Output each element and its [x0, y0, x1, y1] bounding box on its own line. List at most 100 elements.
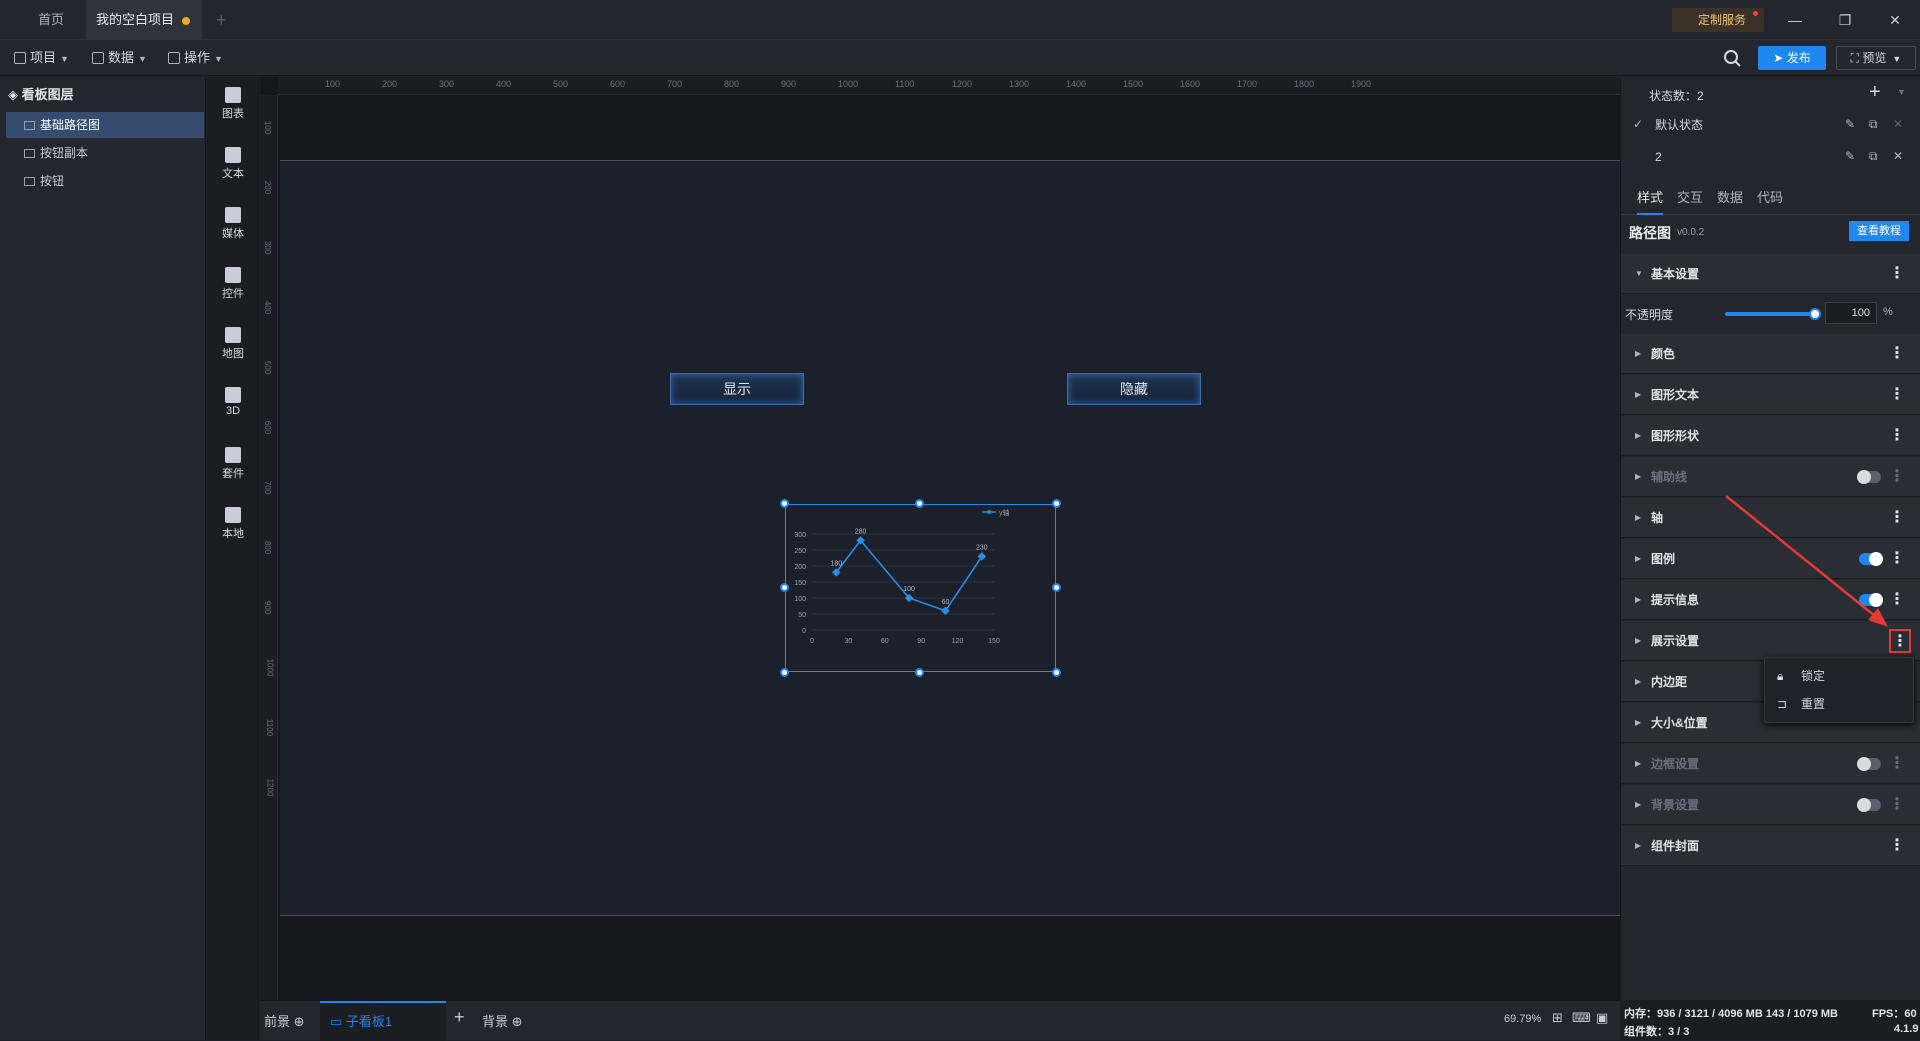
- add-state-icon[interactable]: +: [1869, 81, 1881, 104]
- resize-handle[interactable]: [915, 668, 924, 677]
- button-icon: [24, 149, 35, 158]
- tab-style[interactable]: 样式: [1637, 181, 1664, 215]
- component-bar: 图表 文本 媒体 控件 地图 3D 套件 本地: [207, 77, 259, 1040]
- edit-icon[interactable]: ✎: [1845, 150, 1857, 162]
- section-shape-label: 图形形状: [1651, 429, 1700, 443]
- preview-label: 预览: [1862, 51, 1887, 65]
- chart-category-button[interactable]: 图表: [207, 77, 259, 133]
- menu-item-lock[interactable]: 🔒︎ 锁定: [1765, 662, 1915, 690]
- layer-item[interactable]: 基础路径图: [6, 112, 204, 138]
- local-category-button[interactable]: 本地: [207, 497, 259, 553]
- state-item[interactable]: 2 ✎ ⧉ ✕: [1621, 141, 1920, 173]
- add-board-icon[interactable]: +: [454, 1007, 465, 1028]
- more-icon[interactable]: ⋮: [1889, 744, 1905, 784]
- section-color-label: 颜色: [1651, 347, 1676, 361]
- copy-icon[interactable]: ⧉: [1869, 118, 1881, 130]
- restore-icon[interactable]: ❐: [1820, 0, 1870, 40]
- tab-interaction[interactable]: 交互: [1677, 181, 1703, 215]
- foreground-tab[interactable]: 前景 ⊕: [264, 1011, 305, 1030]
- tab-home[interactable]: 首页: [18, 0, 84, 40]
- state-item[interactable]: ✓ 默认状态 ✎ ⧉ ✕: [1621, 109, 1920, 141]
- section-basic[interactable]: ▼ 基本设置 ⋮: [1621, 254, 1920, 294]
- close-icon[interactable]: ✕: [1870, 0, 1920, 40]
- edit-icon[interactable]: ✎: [1845, 118, 1857, 130]
- guide-toggle[interactable]: [1857, 470, 1881, 484]
- kit-category-button[interactable]: 套件: [207, 437, 259, 493]
- opacity-input[interactable]: 100: [1825, 302, 1877, 324]
- resize-handle[interactable]: [915, 499, 924, 508]
- add-circle-icon[interactable]: ⊕: [512, 1014, 523, 1029]
- section-display-label: 展示设置: [1651, 634, 1700, 648]
- border-toggle[interactable]: [1857, 757, 1881, 771]
- resize-handle[interactable]: [780, 583, 789, 592]
- chevron-down-icon[interactable]: ▼: [1897, 87, 1906, 97]
- sub-board-tab[interactable]: ▭ 子看板1: [320, 1001, 446, 1041]
- publish-button[interactable]: ➤ 发布: [1758, 46, 1826, 70]
- keyboard-icon[interactable]: ⌨: [1572, 1010, 1591, 1026]
- section-background[interactable]: ▶ 背景设置 ⋮: [1621, 785, 1920, 825]
- background-tab[interactable]: 背景 ⊕: [482, 1011, 523, 1030]
- tab-code[interactable]: 代码: [1757, 181, 1783, 215]
- resize-handle[interactable]: [1052, 499, 1061, 508]
- minimize-icon[interactable]: —: [1770, 0, 1820, 40]
- add-tab-icon[interactable]: +: [206, 0, 237, 40]
- section-border[interactable]: ▶ 边框设置 ⋮: [1621, 744, 1920, 784]
- 3d-category-button[interactable]: 3D: [207, 377, 259, 433]
- media-category-button[interactable]: 媒体: [207, 197, 259, 253]
- resize-handle[interactable]: [1052, 668, 1061, 677]
- document-icon: [14, 52, 26, 64]
- resize-handle[interactable]: [1052, 583, 1061, 592]
- chevron-down-icon: ▼: [138, 54, 147, 64]
- control-category-button[interactable]: 控件: [207, 257, 259, 313]
- preview-button[interactable]: ⛶ 预览 ▼: [1836, 46, 1916, 70]
- background-toggle[interactable]: [1857, 798, 1881, 812]
- ruler-tick-label: 200: [382, 79, 398, 89]
- annotation-arrow: [1725, 495, 1888, 627]
- show-button[interactable]: 显示: [670, 373, 804, 405]
- search-icon[interactable]: [1722, 48, 1742, 68]
- delete-icon[interactable]: ✕: [1893, 150, 1905, 162]
- layer-item[interactable]: 按钮: [6, 168, 204, 194]
- hide-button[interactable]: 隐藏: [1067, 373, 1201, 405]
- menu-item-reset[interactable]: ⊐ 重置: [1765, 690, 1915, 718]
- resize-handle[interactable]: [780, 668, 789, 677]
- more-icon[interactable]: ⋮: [1889, 826, 1905, 866]
- fit-screen-icon[interactable]: ⊞: [1552, 1010, 1563, 1026]
- terminal-icon[interactable]: ▣: [1596, 1010, 1608, 1026]
- menu-data[interactable]: 数据 ▼: [92, 40, 147, 76]
- add-circle-icon[interactable]: ⊕: [294, 1014, 305, 1029]
- section-shape-text[interactable]: ▶ 图形文本 ⋮: [1621, 375, 1920, 415]
- section-color[interactable]: ▶ 颜色 ⋮: [1621, 334, 1920, 374]
- opacity-slider[interactable]: [1725, 308, 1821, 320]
- delete-icon[interactable]: ✕: [1893, 118, 1905, 130]
- board-tabs-bar: 前景 ⊕ ▭ 子看板1 + 背景 ⊕ 69.79% ⊞ ⌨ ▣: [260, 1000, 1620, 1041]
- y-tick-label: 300: [794, 532, 806, 539]
- zoom-level[interactable]: 69.79%: [1504, 1013, 1541, 1025]
- custom-service-button[interactable]: 定制服务: [1672, 8, 1764, 32]
- section-size-position-label: 大小&位置: [1651, 716, 1708, 730]
- menu-operation[interactable]: 操作 ▼: [168, 40, 223, 76]
- section-shape[interactable]: ▶ 图形形状 ⋮: [1621, 416, 1920, 456]
- more-icon[interactable]: ⋮: [1889, 334, 1905, 374]
- more-icon[interactable]: ⋮: [1889, 785, 1905, 825]
- opacity-slider-thumb[interactable]: [1809, 308, 1821, 320]
- layers-panel: ◈ 看板图层 基础路径图 按钮副本 按钮: [0, 77, 206, 1040]
- copy-icon[interactable]: ⧉: [1869, 150, 1881, 162]
- tab-data[interactable]: 数据: [1717, 181, 1743, 215]
- tutorial-button[interactable]: 查看教程: [1849, 221, 1909, 241]
- more-icon[interactable]: ⋮: [1889, 254, 1905, 294]
- more-icon[interactable]: ⋮: [1889, 375, 1905, 415]
- layer-item[interactable]: 按钮副本: [6, 140, 204, 166]
- section-cover[interactable]: ▶ 组件封面 ⋮: [1621, 826, 1920, 866]
- notification-badge: [1753, 11, 1758, 16]
- tab-project[interactable]: 我的空白项目: [86, 0, 202, 40]
- more-icon[interactable]: ⋮: [1889, 416, 1905, 456]
- map-category-button[interactable]: 地图: [207, 317, 259, 373]
- canvas-area[interactable]: 100 200 300 400 500 600 700 800 900 1000 1100 1200 1…: [260, 77, 1620, 1000]
- ruler-tick-label: 800: [263, 540, 273, 555]
- path-chart-widget[interactable]: 0 50 100 150 200 250 300 0 30 60 90 120 150 180 280 100…: [780, 499, 1061, 677]
- component-count: 组件数：3 / 3: [1624, 1026, 1690, 1038]
- menu-project[interactable]: 项目 ▼: [14, 40, 69, 76]
- resize-handle[interactable]: [780, 499, 789, 508]
- text-category-button[interactable]: 文本: [207, 137, 259, 193]
